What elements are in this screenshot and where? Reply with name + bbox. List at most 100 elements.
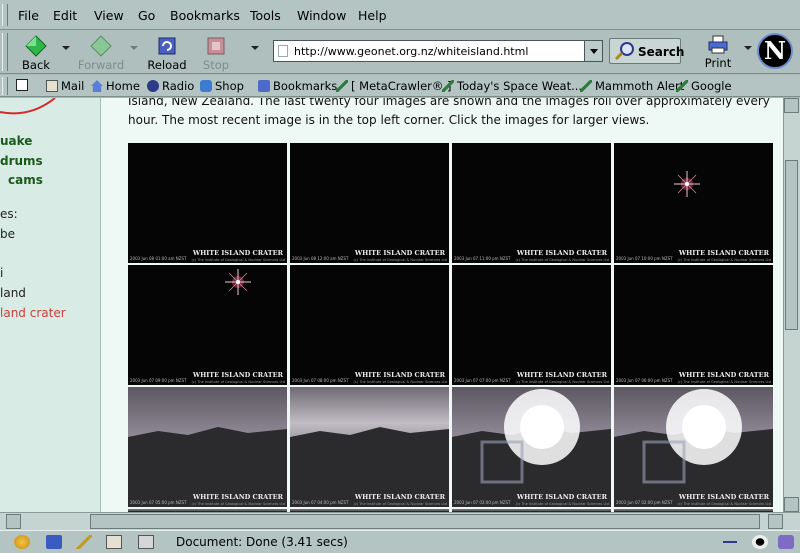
webcam-caption: WHITE ISLAND CRATER <box>354 249 445 257</box>
stop-icon <box>207 37 225 55</box>
print-label: Print <box>704 56 732 70</box>
nav-link-1[interactable]: be <box>0 227 15 241</box>
reload-icon <box>158 37 176 55</box>
webcam-credit: (c) The Institute of Geological & Nuclea… <box>515 258 609 262</box>
webcam-caption: WHITE ISLAND CRATER <box>192 249 283 257</box>
webcam-thumbnail[interactable]: WHITE ISLAND CRATER 2003 Jun 07 04:00 pm … <box>290 387 449 507</box>
webcam-credit: (c) The Institute of Geological & Nuclea… <box>353 380 447 384</box>
composer-icon[interactable] <box>76 535 92 549</box>
nav-link-2[interactable]: i <box>0 266 3 280</box>
webcam-thumbnail[interactable]: WHITE ISLAND CRATER 2003 Jun 08 01:00 am … <box>128 143 287 263</box>
bookmarks-link[interactable]: Bookmarks <box>258 79 337 93</box>
crater-ridge <box>452 389 611 507</box>
vertical-scroll-thumb[interactable] <box>785 160 798 330</box>
crater-ridge <box>614 389 773 507</box>
google-link[interactable]: Google <box>676 79 732 93</box>
home-link[interactable]: Home <box>91 79 140 93</box>
home-label: Home <box>106 79 140 93</box>
webcam-caption: WHITE ISLAND CRATER <box>516 371 607 379</box>
menu-go[interactable]: Go <box>138 8 155 23</box>
print-button[interactable]: Print <box>694 32 742 72</box>
nav-link-white-island-crater[interactable]: land crater <box>0 306 66 320</box>
mail-icon[interactable] <box>46 535 62 549</box>
webcam-caption: WHITE ISLAND CRATER <box>678 249 769 257</box>
webcam-thumbnail[interactable]: WHITE ISLAND CRATER 2003 Jun 07 06:00 pm … <box>614 265 773 385</box>
webcam-thumbnail[interactable]: WHITE ISLAND CRATER 2003 Jun 07 09:00 pm … <box>128 265 287 385</box>
pencil-icon <box>580 80 592 92</box>
printer-icon <box>708 35 728 54</box>
scroll-down-button[interactable] <box>784 497 799 512</box>
webcam-thumbnail[interactable]: WHITE ISLAND CRATER 2003 Jun 07 03:00 pm … <box>452 387 611 507</box>
security-eye-icon[interactable] <box>752 535 768 549</box>
netscape-logo[interactable]: N <box>757 33 793 69</box>
page-icon <box>278 45 288 57</box>
nav-link-earthquake[interactable]: uake <box>0 134 32 148</box>
mail-link[interactable]: Mail <box>46 79 84 93</box>
space-weather-link[interactable]: Today's Space Weat... <box>442 79 582 93</box>
horizontal-scrollbar[interactable] <box>0 512 800 530</box>
navbar-grip[interactable] <box>2 33 8 71</box>
scroll-up-button[interactable] <box>784 98 799 113</box>
shop-link[interactable]: Shop <box>200 79 244 93</box>
webcam-thumbnail[interactable]: WHITE ISLAND CRATER 2003 Jun 07 05:00 pm … <box>128 387 287 507</box>
url-dropdown-button[interactable] <box>584 41 602 61</box>
webcam-thumbnail[interactable]: WHITE ISLAND CRATER 2003 Jun 07 08:00 pm … <box>290 265 449 385</box>
webcam-thumbnail[interactable]: WHITE ISLAND CRATER 2003 Jun 08 12:00 am … <box>290 143 449 263</box>
webcam-caption: WHITE ISLAND CRATER <box>516 249 607 257</box>
back-dropdown[interactable] <box>62 46 70 50</box>
radio-label: Radio <box>162 79 195 93</box>
webcam-thumbnail[interactable]: WHITE ISLAND CRATER 2003 Jun 07 07:00 pm … <box>452 265 611 385</box>
menu-view[interactable]: View <box>94 8 124 23</box>
webcam-thumbnail[interactable]: WHITE ISLAND CRATER 2003 Jun 07 02:00 pm … <box>614 387 773 507</box>
nav-link-3[interactable]: land <box>0 286 26 300</box>
horizontal-scroll-thumb[interactable] <box>90 514 760 529</box>
toolbar-dropdown[interactable] <box>251 46 259 50</box>
shop-label: Shop <box>215 79 244 93</box>
vertical-scrollbar[interactable] <box>783 98 800 512</box>
stop-button[interactable]: Stop <box>192 32 240 72</box>
chat-icon[interactable] <box>138 535 154 549</box>
personalbar-grip[interactable] <box>2 77 8 95</box>
reload-button[interactable]: Reload <box>143 32 191 72</box>
sidebar-toggle-icon[interactable] <box>16 78 31 92</box>
status-bar: Document: Done (3.41 secs) <box>0 530 800 553</box>
back-button[interactable]: Back <box>12 32 60 72</box>
metacrawler-link[interactable]: [ MetaCrawler® ] <box>336 79 452 93</box>
webcam-timestamp: 2003 Jun 07 04:00 pm NZST <box>292 500 349 505</box>
radio-link[interactable]: Radio <box>147 79 194 93</box>
scroll-left-button[interactable] <box>6 514 21 529</box>
webcam-caption: WHITE ISLAND CRATER <box>192 493 283 501</box>
menu-window[interactable]: Window <box>297 8 346 23</box>
lock-icon[interactable] <box>778 535 794 549</box>
crater-ridge <box>290 427 449 507</box>
webcam-thumbnail[interactable]: WHITE ISLAND CRATER 2003 Jun 07 10:00 pm … <box>614 143 773 263</box>
webcam-credit: (c) The Institute of Geological & Nuclea… <box>677 380 771 384</box>
mammoth-alert-link[interactable]: Mammoth Alert <box>580 79 684 93</box>
forward-dropdown[interactable] <box>130 46 138 50</box>
menu-bookmarks[interactable]: Bookmarks <box>170 8 240 23</box>
webcam-thumbnail[interactable]: WHITE ISLAND CRATER 2003 Jun 07 11:00 pm … <box>452 143 611 263</box>
webcam-caption: WHITE ISLAND CRATER <box>354 371 445 379</box>
pencil-icon <box>336 80 348 92</box>
print-dropdown[interactable] <box>744 46 752 50</box>
menu-tools[interactable]: Tools <box>250 8 281 23</box>
menu-help[interactable]: Help <box>358 8 387 23</box>
crater-ridge <box>128 427 287 507</box>
status-text: Document: Done (3.41 secs) <box>176 535 348 549</box>
menu-file[interactable]: File <box>18 8 39 23</box>
forward-button[interactable]: Forward <box>77 32 125 72</box>
navigator-icon[interactable] <box>14 535 30 549</box>
nav-link-cams[interactable]: cams <box>8 173 43 187</box>
nav-link-drums[interactable]: drums <box>0 154 43 168</box>
bookmarks-icon <box>258 80 270 92</box>
forward-label: Forward <box>77 58 125 72</box>
online-status-icon[interactable] <box>722 535 738 549</box>
url-input[interactable] <box>294 43 582 59</box>
menubar-grip[interactable] <box>2 4 8 26</box>
address-book-icon[interactable] <box>106 535 122 549</box>
menu-edit[interactable]: Edit <box>53 8 77 23</box>
scroll-right-button[interactable] <box>768 514 783 529</box>
url-bar[interactable] <box>273 40 603 62</box>
webcam-credit: (c) The Institute of Geological & Nuclea… <box>191 380 285 384</box>
search-button[interactable]: Search <box>609 38 684 64</box>
